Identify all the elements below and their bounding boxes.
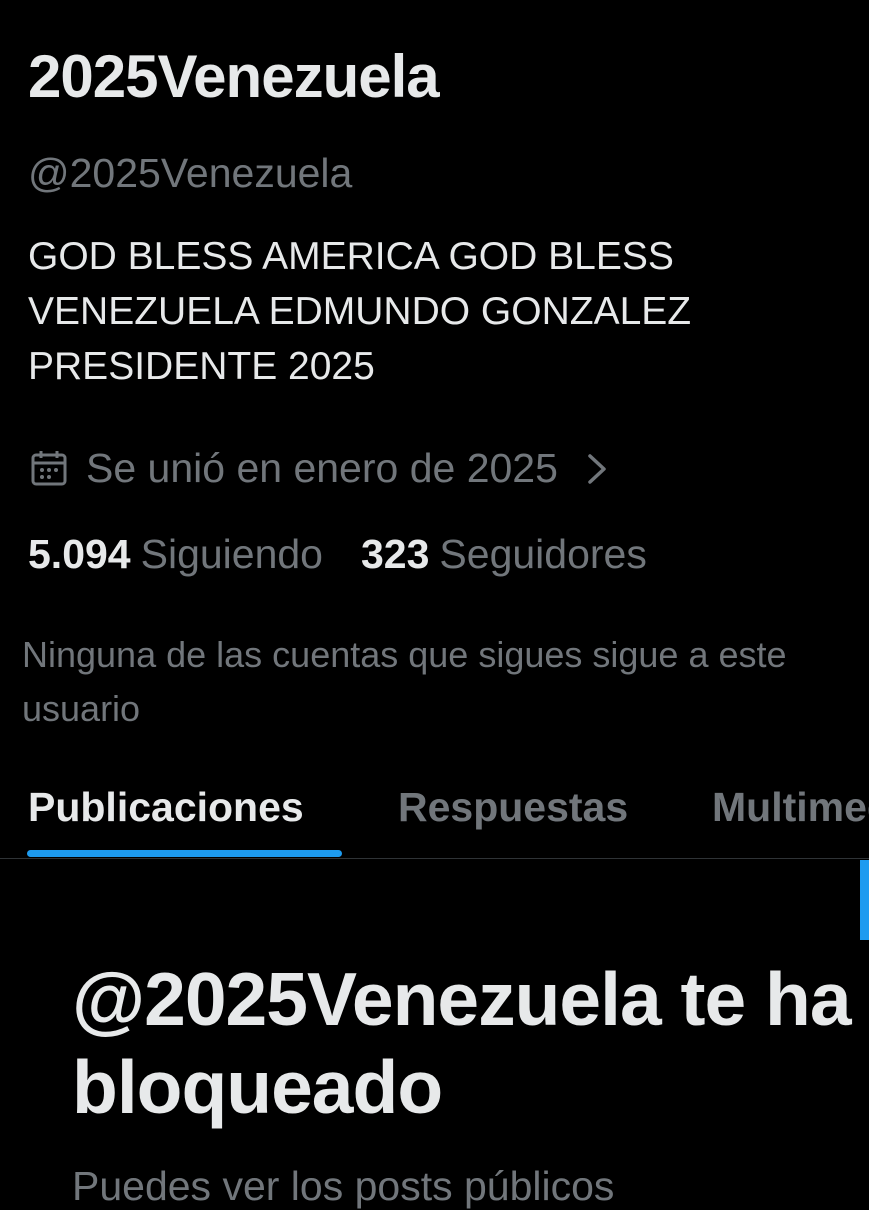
mutual-followers-note: Ninguna de las cuentas que sigues sigue …	[22, 634, 787, 729]
followers-count: 323	[361, 530, 430, 577]
calendar-icon	[30, 449, 68, 487]
blocked-notice-subtitle: Puedes ver los posts públicos	[72, 1163, 615, 1209]
scrollbar-thumb[interactable]	[860, 860, 869, 940]
profile-handle: @2025Venezuela	[28, 150, 353, 196]
followers-label: Seguidores	[439, 530, 647, 577]
blocked-notice-title: @2025Venezuela te ha bloqueado	[72, 957, 852, 1129]
profile-bio: GOD BLESS AMERICA GOD BLESS VENEZUELA ED…	[28, 235, 692, 388]
following-label: Siguiendo	[140, 530, 323, 577]
chevron-right-icon	[582, 450, 612, 486]
profile-tabs: Publicaciones Respuestas Multimedia	[0, 770, 869, 859]
tab-multimedia[interactable]: Multimedia	[712, 784, 869, 831]
follow-stats: 5.094 Siguiendo 323 Seguidores	[28, 525, 647, 583]
following-stat[interactable]: 5.094 Siguiendo	[28, 531, 323, 578]
tab-respuestas[interactable]: Respuestas	[398, 784, 628, 831]
active-tab-indicator	[27, 850, 342, 857]
profile-display-name: 2025Venezuela	[28, 43, 440, 110]
followers-stat[interactable]: 323 Seguidores	[361, 531, 647, 578]
tab-publicaciones[interactable]: Publicaciones	[28, 784, 304, 831]
following-count: 5.094	[28, 530, 131, 577]
joined-date-row[interactable]: Se unió en enero de 2025	[30, 440, 612, 496]
joined-date-text: Se unió en enero de 2025	[86, 444, 558, 491]
